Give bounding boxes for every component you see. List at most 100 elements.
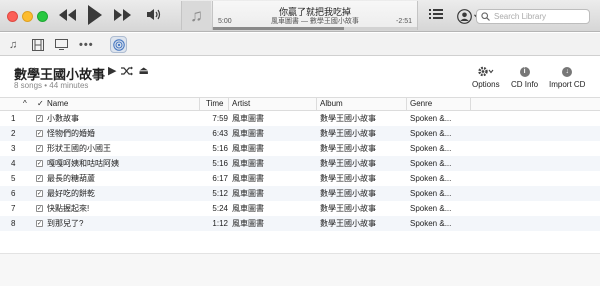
track-name: 最好吃的餅乾 [47, 189, 95, 198]
options-button[interactable]: Options [472, 66, 500, 89]
speaker-icon [147, 9, 161, 20]
header-artist[interactable]: Artist [229, 98, 317, 110]
track-album: 數學王國小故事 [320, 204, 376, 213]
track-artist: 風車圖書 [232, 129, 264, 138]
track-number: 5 [11, 174, 16, 183]
table-row[interactable]: ✓ 8 到那兒了? 1:12 風車圖書 數學王國小故事 Spoken &... [0, 216, 600, 231]
track-genre: Spoken &... [410, 219, 452, 228]
play-album-icon[interactable]: ▶ [108, 64, 116, 77]
list-icon [429, 9, 443, 19]
track-genre: Spoken &... [410, 129, 452, 138]
podcast-icon [112, 38, 125, 51]
more-button[interactable]: ••• [79, 37, 94, 52]
track-checkbox[interactable]: ✓ [36, 160, 43, 167]
cd-info-button[interactable]: i CD Info [511, 66, 538, 89]
header-genre[interactable]: Genre [407, 98, 471, 110]
track-genre: Spoken &... [410, 144, 452, 153]
table-row[interactable]: ✓ 6 最好吃的餅乾 5:12 風車圖書 數學王國小故事 Spoken &... [0, 186, 600, 201]
track-checkbox[interactable]: ✓ [36, 205, 43, 212]
remaining-time[interactable]: -2:51 [396, 18, 412, 25]
sort-indicator-icon[interactable]: ^ [20, 98, 34, 110]
track-time: 5:16 [212, 144, 228, 153]
movies-button[interactable] [32, 37, 44, 52]
music-note-icon: ♫ [190, 5, 203, 25]
film-icon [32, 38, 44, 51]
options-label: Options [472, 80, 500, 89]
track-checkbox[interactable]: ✓ [36, 115, 43, 122]
track-genre: Spoken &... [410, 159, 452, 168]
track-name: 快點握起來! [47, 204, 90, 213]
track-number: 3 [11, 144, 16, 153]
track-artist: 風車圖書 [232, 144, 264, 153]
track-checkbox[interactable]: ✓ [36, 190, 43, 197]
gear-icon [478, 66, 494, 77]
bottom-filler [0, 253, 600, 286]
shuffle-icon[interactable] [121, 66, 134, 76]
search-input[interactable] [494, 12, 584, 21]
download-arrow-icon: ↓ [562, 66, 573, 77]
table-row[interactable]: ✓ 4 嘎嘎呵姨和咕咕阿姨 5:16 風車圖書 數學王國小故事 Spoken &... [0, 156, 600, 171]
track-time: 5:16 [212, 159, 228, 168]
album-controls: ▶ ⏏ [108, 64, 149, 77]
header-time[interactable]: Time [203, 98, 229, 110]
eject-icon[interactable]: ⏏ [138, 64, 148, 77]
track-album: 數學王國小故事 [320, 129, 376, 138]
play-button[interactable] [86, 4, 103, 26]
window-zoom-button[interactable] [37, 11, 48, 22]
tv-icon [55, 39, 68, 50]
track-genre: Spoken &... [410, 174, 452, 183]
user-icon [457, 9, 472, 24]
playback-progress-fill [213, 27, 344, 30]
header-album[interactable]: Album [317, 98, 407, 110]
track-name: 形狀王國的小國王 [47, 144, 111, 153]
elapsed-time: 5:00 [218, 18, 232, 25]
import-cd-button[interactable]: ↓ Import CD [549, 66, 585, 89]
track-artist: 風車圖書 [232, 204, 264, 213]
table-row[interactable]: ✓ 5 最長的糖葫蘆 6:17 風車圖書 數學王國小故事 Spoken &... [0, 171, 600, 186]
podcasts-button[interactable] [110, 36, 127, 53]
track-artist: 風車圖書 [232, 189, 264, 198]
track-checkbox[interactable]: ✓ [36, 175, 43, 182]
track-checkbox[interactable]: ✓ [36, 220, 43, 227]
window-close-button[interactable] [7, 11, 18, 22]
album-artwork-placeholder[interactable]: ♫ [181, 1, 211, 30]
track-name: 怪物們的婚婚 [47, 129, 95, 138]
track-time: 6:43 [212, 129, 228, 138]
table-row[interactable]: ✓ 1 小數故事 7:59 風車圖書 數學王國小故事 Spoken &... [0, 111, 600, 126]
track-checkbox[interactable]: ✓ [36, 130, 43, 137]
track-number: 2 [11, 129, 16, 138]
rewind-icon [59, 9, 76, 21]
track-time: 7:59 [212, 114, 228, 123]
media-kind-bar: ♫ ••• [0, 33, 600, 56]
track-genre: Spoken &... [410, 204, 452, 213]
play-icon [88, 5, 102, 25]
track-time: 6:17 [212, 174, 228, 183]
table-row[interactable]: ✓ 7 快點握起來! 5:24 風車圖書 數學王國小故事 Spoken &... [0, 201, 600, 216]
next-track-button[interactable] [113, 8, 132, 22]
window-minimize-button[interactable] [22, 11, 33, 22]
track-album: 數學王國小故事 [320, 144, 376, 153]
track-genre: Spoken &... [410, 114, 452, 123]
playback-progress-bar[interactable] [213, 27, 417, 30]
tv-shows-button[interactable] [55, 37, 68, 52]
previous-track-button[interactable] [58, 8, 77, 22]
info-icon: i [519, 66, 530, 77]
track-checkbox[interactable]: ✓ [36, 145, 43, 152]
table-row[interactable]: ✓ 3 形狀王國的小國王 5:16 風車圖書 數學王國小故事 Spoken &... [0, 141, 600, 156]
up-next-button[interactable] [429, 7, 443, 21]
import-cd-label: Import CD [549, 80, 586, 89]
track-artist: 風車圖書 [232, 114, 264, 123]
volume-button[interactable] [146, 8, 162, 21]
track-name: 最長的糖葫蘆 [47, 174, 95, 183]
table-row[interactable]: ✓ 2 怪物們的婚婚 6:43 風車圖書 數學王國小故事 Spoken &... [0, 126, 600, 141]
track-number: 6 [11, 189, 16, 198]
track-genre: Spoken &... [410, 189, 452, 198]
track-time: 5:12 [212, 189, 228, 198]
track-artist: 風車圖書 [232, 219, 264, 228]
header-name[interactable]: Name [44, 98, 200, 110]
search-field[interactable] [476, 9, 590, 24]
music-button[interactable]: ♫ [9, 37, 17, 52]
track-name: 嘎嘎呵姨和咕咕阿姨 [47, 159, 119, 168]
track-album: 數學王國小故事 [320, 159, 376, 168]
now-playing-display: 你贏了就把我吃掉 風車圖書 — 數學王國小故事 5:00 -2:51 [212, 1, 418, 30]
